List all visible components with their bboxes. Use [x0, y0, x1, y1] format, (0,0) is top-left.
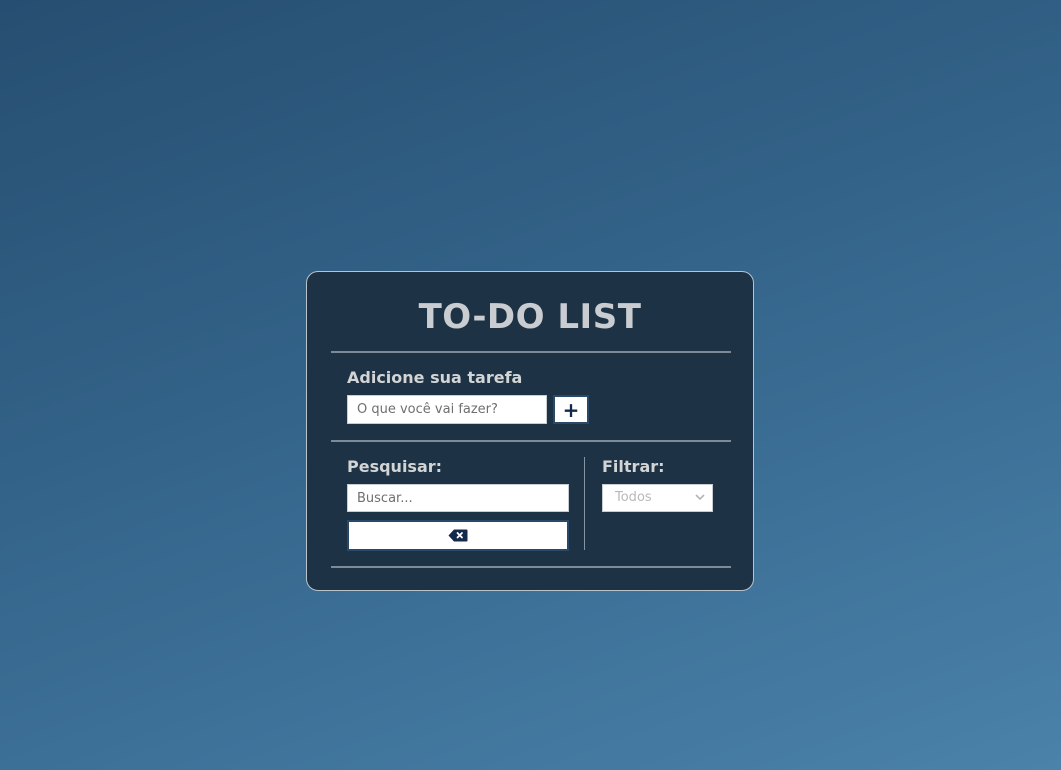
search-input[interactable] — [347, 484, 569, 512]
task-input[interactable] — [347, 395, 547, 424]
divider-middle — [331, 440, 731, 442]
add-task-label: Adicione sua tarefa — [347, 368, 523, 387]
backspace-icon — [448, 529, 468, 542]
add-task-button[interactable]: + — [553, 395, 589, 424]
search-label: Pesquisar: — [347, 457, 443, 476]
divider-top — [331, 351, 731, 353]
filter-select[interactable]: Todos — [602, 484, 713, 512]
section-separator — [584, 457, 585, 550]
chevron-down-icon — [695, 494, 705, 501]
todo-card: TO-DO LIST Adicione sua tarefa + Pesquis… — [306, 271, 754, 591]
app-title: TO-DO LIST — [418, 297, 642, 337]
divider-bottom — [331, 566, 731, 568]
clear-search-button[interactable] — [347, 520, 569, 551]
filter-selected-value: Todos — [615, 490, 652, 505]
filter-label: Filtrar: — [602, 457, 665, 476]
